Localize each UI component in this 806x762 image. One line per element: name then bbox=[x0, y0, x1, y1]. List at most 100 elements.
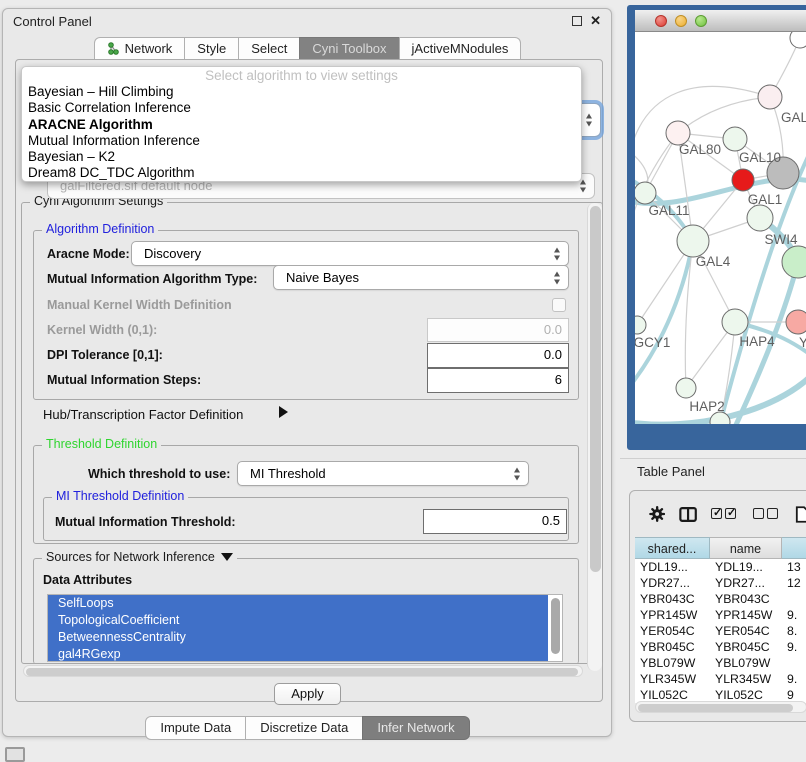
table-cell[interactable]: 9. bbox=[782, 639, 806, 655]
new-table-icon[interactable] bbox=[795, 505, 806, 524]
table-cell[interactable]: YLR345W bbox=[710, 671, 782, 687]
network-graph[interactable]: GALGAL80GAL10GAL1GAL11SWI4GAL4GCY1HAP4YH… bbox=[635, 32, 806, 424]
attribute-list-item[interactable]: TopologicalCoefficient bbox=[48, 612, 548, 629]
attribute-list-item[interactable]: gal4RGexp bbox=[48, 646, 548, 662]
settings-vertical-scrollbar-thumb[interactable] bbox=[590, 206, 601, 572]
table-row[interactable]: YLR345WYLR345W9. bbox=[635, 671, 806, 687]
table-cell[interactable]: 9. bbox=[782, 607, 806, 623]
hub-definition-label[interactable]: Hub/Transcription Factor Definition bbox=[43, 407, 243, 422]
table-cell[interactable]: YBL079W bbox=[710, 655, 782, 671]
network-node[interactable] bbox=[635, 182, 656, 204]
close-traffic-light-icon[interactable] bbox=[655, 15, 667, 27]
mi-algorithm-type-combobox[interactable]: Naive Bayes bbox=[273, 265, 569, 290]
algorithm-option[interactable]: Basic Correlation Inference bbox=[22, 100, 581, 116]
table-cell[interactable]: YPR145W bbox=[635, 607, 710, 623]
table-cell[interactable]: YDL19... bbox=[710, 559, 782, 575]
table-cell[interactable]: 12 bbox=[782, 575, 806, 591]
table-cell[interactable]: YER054C bbox=[635, 623, 710, 639]
tab-style[interactable]: Style bbox=[184, 37, 239, 60]
algorithm-option[interactable]: Bayesian – K2 bbox=[22, 149, 581, 165]
tab-impute-data[interactable]: Impute Data bbox=[145, 716, 246, 740]
gear-icon[interactable] bbox=[649, 505, 665, 523]
network-node[interactable] bbox=[758, 85, 782, 109]
table-row[interactable]: YBR045CYBR045C9. bbox=[635, 639, 806, 655]
which-threshold-combobox[interactable]: MI Threshold bbox=[237, 461, 529, 486]
columns-icon[interactable] bbox=[679, 506, 697, 523]
tab-cyni-toolbox[interactable]: Cyni Toolbox bbox=[299, 37, 399, 60]
collapse-arrow-icon[interactable] bbox=[221, 553, 233, 561]
deselect-all-checks-icon[interactable] bbox=[753, 507, 781, 522]
expand-arrow-icon[interactable] bbox=[279, 406, 288, 418]
table-cell[interactable] bbox=[782, 591, 806, 607]
table-row[interactable]: YDR27...YDR27...12 bbox=[635, 575, 806, 591]
table-cell[interactable]: 13 bbox=[782, 559, 806, 575]
attribute-list-item[interactable]: BetweennessCentrality bbox=[48, 629, 548, 646]
table-cell[interactable]: YDL19... bbox=[635, 559, 710, 575]
table-row[interactable]: YER054CYER054C8. bbox=[635, 623, 806, 639]
tab-jactivemnodules[interactable]: jActiveMNodules bbox=[399, 37, 522, 60]
tab-select[interactable]: Select bbox=[238, 37, 300, 60]
table-cell[interactable]: YER054C bbox=[710, 623, 782, 639]
tab-infer-network[interactable]: Infer Network bbox=[362, 716, 469, 740]
table-row[interactable]: YBR043CYBR043C bbox=[635, 591, 806, 607]
table-row[interactable]: YBL079WYBL079W bbox=[635, 655, 806, 671]
aracne-mode-combobox[interactable]: Discovery bbox=[131, 241, 569, 266]
network-edge[interactable] bbox=[678, 97, 770, 133]
zoom-traffic-light-icon[interactable] bbox=[695, 15, 707, 27]
column-header[interactable]: name bbox=[710, 537, 782, 559]
apply-button[interactable]: Apply bbox=[274, 683, 341, 705]
table-cell[interactable]: 9. bbox=[782, 671, 806, 687]
minimize-traffic-light-icon[interactable] bbox=[675, 15, 687, 27]
table-cell[interactable]: YBR045C bbox=[710, 639, 782, 655]
float-window-icon[interactable] bbox=[572, 16, 582, 26]
tab-network[interactable]: Network bbox=[94, 37, 186, 60]
table-cell[interactable]: 8. bbox=[782, 623, 806, 639]
algorithm-option[interactable]: ARACNE Algorithm bbox=[22, 117, 581, 133]
column-header[interactable]: shared... bbox=[635, 537, 710, 559]
close-icon[interactable]: ✕ bbox=[590, 16, 601, 26]
attributes-scrollbar-thumb[interactable] bbox=[551, 598, 560, 654]
table-cell[interactable]: YBR043C bbox=[710, 591, 782, 607]
network-edge[interactable] bbox=[635, 241, 693, 392]
network-window-titlebar[interactable] bbox=[635, 10, 806, 32]
table-cell[interactable]: YPR145W bbox=[710, 607, 782, 623]
network-node[interactable] bbox=[782, 246, 806, 278]
network-canvas[interactable]: GALGAL80GAL10GAL1GAL11SWI4GAL4GCY1HAP4YH… bbox=[635, 32, 806, 424]
table-cell[interactable]: YBR043C bbox=[635, 591, 710, 607]
table-cell[interactable]: YDR27... bbox=[710, 575, 782, 591]
node-attribute-table[interactable]: shared...nameYDL19...YDL19...13YDR27...Y… bbox=[635, 537, 806, 703]
table-cell[interactable]: YDR27... bbox=[635, 575, 710, 591]
settings-vertical-scrollbar[interactable] bbox=[587, 203, 602, 671]
network-node[interactable] bbox=[732, 169, 754, 191]
algorithm-option[interactable]: Mutual Information Inference bbox=[22, 133, 581, 149]
network-node[interactable] bbox=[677, 225, 709, 257]
network-node[interactable] bbox=[722, 309, 748, 335]
table-horizontal-scrollbar[interactable] bbox=[635, 701, 806, 713]
table-cell[interactable]: YBL079W bbox=[635, 655, 710, 671]
table-row[interactable]: YPR145WYPR145W9. bbox=[635, 607, 806, 623]
mi-threshold-field[interactable]: 0.5 bbox=[423, 509, 567, 534]
settings-horizontal-scrollbar-thumb[interactable] bbox=[26, 668, 578, 676]
mi-steps-field[interactable]: 6 bbox=[427, 368, 569, 393]
data-attributes-list[interactable]: SelfLoopsTopologicalCoefficientBetweenne… bbox=[47, 594, 563, 662]
table-row[interactable]: YDL19...YDL19...13 bbox=[635, 559, 806, 575]
network-node[interactable] bbox=[635, 316, 646, 334]
manual-kernel-width-checkbox[interactable] bbox=[552, 298, 566, 312]
dpi-tolerance-field[interactable]: 0.0 bbox=[427, 343, 569, 368]
network-node[interactable] bbox=[676, 378, 696, 398]
select-all-checks-icon[interactable] bbox=[711, 507, 739, 522]
tab-discretize-data[interactable]: Discretize Data bbox=[245, 716, 363, 740]
network-node[interactable] bbox=[723, 127, 747, 151]
network-node[interactable] bbox=[790, 32, 806, 48]
algorithm-option[interactable]: Bayesian – Hill Climbing bbox=[22, 84, 581, 100]
network-node[interactable] bbox=[747, 205, 773, 231]
network-node[interactable] bbox=[786, 310, 806, 334]
table-horizontal-scrollbar-thumb[interactable] bbox=[638, 704, 793, 712]
table-cell[interactable] bbox=[782, 655, 806, 671]
column-header[interactable] bbox=[782, 537, 806, 559]
attribute-list-item[interactable]: SelfLoops bbox=[48, 595, 548, 612]
algorithm-option[interactable]: Dream8 DC_TDC Algorithm bbox=[22, 165, 581, 181]
table-cell[interactable]: YLR345W bbox=[635, 671, 710, 687]
grid-toggle-icon[interactable] bbox=[5, 747, 25, 762]
kernel-width-field[interactable]: 0.0 bbox=[427, 318, 569, 342]
